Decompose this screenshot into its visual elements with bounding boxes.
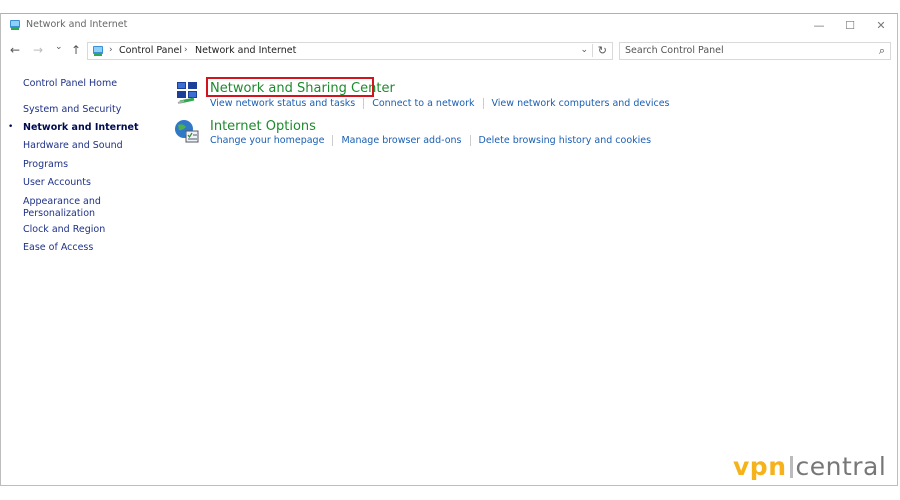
control-panel-icon bbox=[93, 46, 103, 56]
forward-button[interactable]: → bbox=[33, 43, 43, 57]
sidebar-item-programs[interactable]: Programs bbox=[23, 159, 68, 171]
sidebar-item-ease-of-access[interactable]: Ease of Access bbox=[23, 242, 93, 254]
link-divider bbox=[332, 135, 334, 146]
search-input[interactable]: Search Control Panel bbox=[625, 45, 724, 56]
watermark-divider bbox=[789, 456, 793, 478]
up-button[interactable]: ↑ bbox=[71, 43, 81, 57]
view-network-computers-link[interactable]: View network computers and devices bbox=[492, 98, 670, 109]
address-dropdown-button[interactable]: ⌄ bbox=[580, 45, 588, 55]
connect-to-network-link[interactable]: Connect to a network bbox=[372, 98, 474, 109]
sidebar-item-hardware-and-sound[interactable]: Hardware and Sound bbox=[23, 140, 123, 152]
network-icon bbox=[177, 82, 197, 104]
vpncentral-watermark: vpn central bbox=[733, 452, 886, 481]
watermark-vpn-text: vpn bbox=[733, 452, 787, 481]
breadcrumb-network-and-internet[interactable]: Network and Internet bbox=[195, 45, 296, 56]
network-task-links: View network status and tasks Connect to … bbox=[210, 98, 670, 109]
internet-options-link[interactable]: Internet Options bbox=[210, 119, 316, 134]
window-title: Network and Internet bbox=[26, 19, 128, 30]
link-divider bbox=[363, 98, 365, 109]
recent-locations-button[interactable]: ⌄ bbox=[55, 42, 63, 52]
control-panel-icon bbox=[10, 20, 20, 30]
back-button[interactable]: ← bbox=[10, 43, 20, 57]
breadcrumb-separator[interactable]: › bbox=[184, 45, 188, 55]
sidebar-item-system-and-security[interactable]: System and Security bbox=[23, 104, 121, 116]
breadcrumb-control-panel[interactable]: Control Panel bbox=[119, 45, 182, 56]
close-button[interactable]: ✕ bbox=[866, 16, 896, 36]
link-divider bbox=[482, 98, 484, 109]
breadcrumb-separator: › bbox=[109, 45, 113, 55]
title-bar[interactable]: Network and Internet — ☐ ✕ bbox=[1, 14, 897, 38]
search-icon[interactable]: ⌕ bbox=[879, 44, 885, 58]
search-box[interactable]: Search Control Panel ⌕ bbox=[619, 42, 891, 60]
sidebar-item-home[interactable]: Control Panel Home bbox=[23, 78, 117, 90]
watermark-central-text: central bbox=[795, 452, 887, 481]
refresh-button[interactable]: ↻ bbox=[591, 44, 607, 57]
sidebar-item-network-and-internet[interactable]: Network and Internet bbox=[23, 122, 139, 134]
address-bar[interactable]: › Control Panel › Network and Internet ⌄… bbox=[87, 42, 613, 60]
highlight-box bbox=[206, 77, 374, 97]
change-homepage-link[interactable]: Change your homepage bbox=[210, 135, 324, 146]
manage-add-ons-link[interactable]: Manage browser add-ons bbox=[341, 135, 461, 146]
control-panel-window: Network and Internet — ☐ ✕ ← → ⌄ ↑ › Con… bbox=[0, 13, 898, 486]
maximize-button[interactable]: ☐ bbox=[835, 16, 865, 36]
sidebar-item-appearance-and-personalization[interactable]: Appearance and Personalization bbox=[23, 196, 113, 220]
active-bullet: • bbox=[8, 122, 14, 132]
sidebar-item-user-accounts[interactable]: User Accounts bbox=[23, 177, 91, 189]
delete-browsing-history-link[interactable]: Delete browsing history and cookies bbox=[479, 135, 652, 146]
view-network-status-link[interactable]: View network status and tasks bbox=[210, 98, 355, 109]
address-bar-row: ← → ⌄ ↑ › Control Panel › Network and In… bbox=[1, 40, 897, 64]
internet-options-task-links: Change your homepage Manage browser add-o… bbox=[210, 135, 651, 146]
internet-options-icon bbox=[175, 120, 199, 143]
minimize-button[interactable]: — bbox=[804, 16, 834, 36]
link-divider bbox=[469, 135, 471, 146]
sidebar-item-clock-and-region[interactable]: Clock and Region bbox=[23, 224, 105, 236]
